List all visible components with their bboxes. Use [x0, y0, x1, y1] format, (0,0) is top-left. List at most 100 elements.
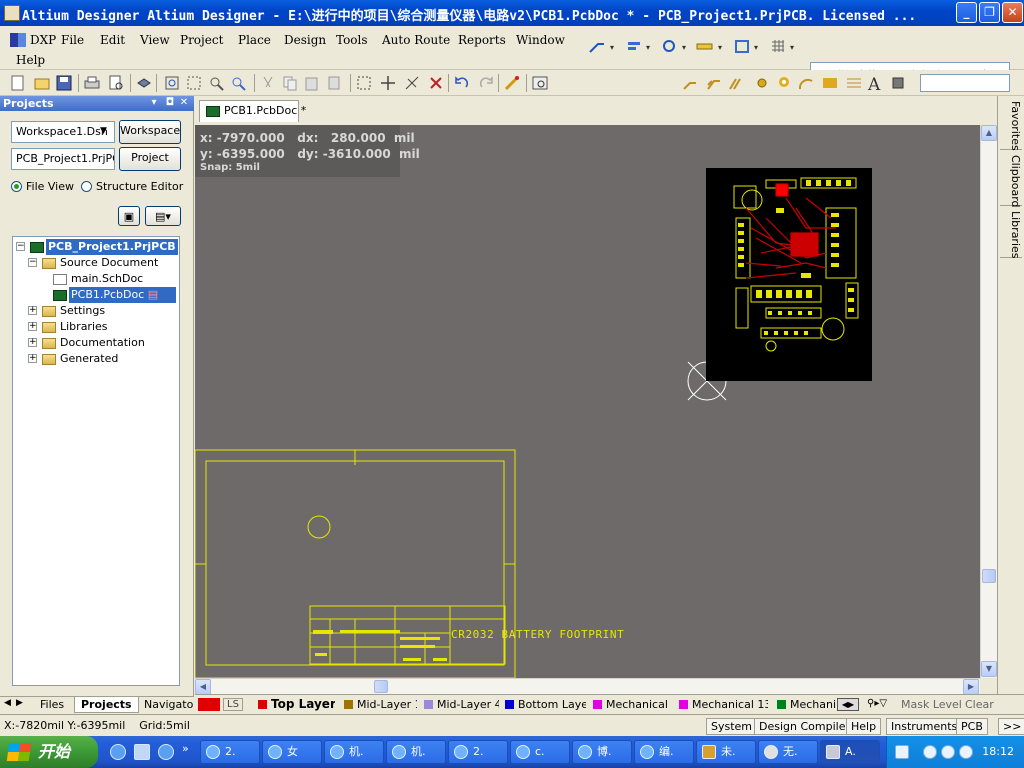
project-combo[interactable]: PCB_Project1.PrjPCB: [11, 148, 115, 170]
expand-icon[interactable]: +: [28, 338, 37, 347]
document-tab[interactable]: PCB1.PcbDoc *: [199, 100, 306, 122]
horizontal-scroll-thumb[interactable]: [374, 680, 388, 693]
vertical-scrollbar[interactable]: ▲ ▼: [980, 125, 997, 678]
menu-help[interactable]: Help: [16, 53, 45, 67]
pin-icon[interactable]: ◘: [164, 97, 176, 109]
tree-item-documentation[interactable]: + Documentation: [28, 335, 176, 351]
document-options-button[interactable]: ▤▾: [145, 206, 181, 226]
layer-tab-mechanical-1[interactable]: Mechanical 1: [590, 697, 670, 713]
start-button[interactable]: 开始: [0, 736, 98, 768]
layer-tab-top[interactable]: Top Layer: [255, 697, 335, 713]
menu-edit[interactable]: Edit: [100, 33, 125, 47]
status-design-compiler-button[interactable]: Design Compiler: [754, 718, 855, 735]
tree-item-project[interactable]: − PCB_Project1.PrjPCB: [16, 239, 178, 255]
panel-menu-icon[interactable]: ▾: [148, 97, 160, 109]
pcb-filter-toolbar[interactable]: ▾ ▾ ▾ ▾ ▾ ▾: [588, 38, 803, 58]
workspace-button[interactable]: Workspace: [119, 120, 181, 144]
workspace-layers-button[interactable]: ▣: [118, 206, 140, 226]
pcb-canvas[interactable]: x: -7970.000 dx: 280.000 mil y: -6395.00…: [195, 125, 980, 678]
mask-level-button[interactable]: Mask Level: [901, 697, 962, 713]
layer-filter-icon[interactable]: ⚲▸▽: [867, 698, 887, 709]
keyboard-icon[interactable]: [895, 745, 909, 759]
menu-reports[interactable]: Reports: [458, 33, 506, 47]
tab-projects[interactable]: Projects: [74, 697, 139, 713]
tree-item-main-schdoc[interactable]: main.SchDoc: [53, 271, 176, 287]
vertical-scroll-thumb[interactable]: [982, 569, 996, 583]
back-icon[interactable]: [923, 745, 937, 759]
menu-window[interactable]: Window: [516, 33, 565, 47]
structure-editor-radio[interactable]: Structure Editor: [81, 180, 183, 193]
tree-item-settings[interactable]: + Settings: [28, 303, 176, 319]
tab-libraries[interactable]: Libraries: [1000, 208, 1022, 259]
file-view-radio[interactable]: File View: [11, 180, 74, 193]
expand-icon[interactable]: +: [28, 354, 37, 363]
status-more-button[interactable]: >>: [998, 718, 1024, 735]
quicklaunch-icon[interactable]: [134, 744, 150, 760]
quicklaunch-more-icon[interactable]: »: [182, 742, 189, 755]
minimize-button[interactable]: _: [956, 2, 977, 23]
scroll-up-icon[interactable]: ▲: [981, 125, 997, 141]
menu-design[interactable]: Design: [284, 33, 326, 47]
status-system-button[interactable]: System: [706, 718, 758, 735]
tab-scroll-left-icon[interactable]: ◀: [4, 698, 11, 708]
taskbar-window-6[interactable]: c.: [510, 740, 570, 764]
tab-favorites[interactable]: Favorites: [1000, 98, 1022, 151]
menu-view[interactable]: View: [140, 33, 170, 47]
tab-navigator[interactable]: Navigator: [138, 697, 194, 713]
taskbar-window-1[interactable]: 2.: [200, 740, 260, 764]
scroll-right-icon[interactable]: ▶: [963, 679, 979, 695]
tree-item-source-documents[interactable]: − Source Documents: [28, 255, 176, 271]
menu-dxp[interactable]: DXP: [30, 33, 56, 47]
maximize-button[interactable]: ❐: [979, 2, 1000, 23]
status-instruments-button[interactable]: Instruments: [886, 718, 963, 735]
tree-item-libraries[interactable]: + Libraries: [28, 319, 176, 335]
layer-tab-mid-1[interactable]: Mid-Layer 1: [341, 697, 417, 713]
expand-icon[interactable]: +: [28, 306, 37, 315]
layer-set-button[interactable]: LS: [223, 698, 243, 711]
collapse-icon[interactable]: −: [16, 242, 25, 251]
tab-files[interactable]: Files: [34, 697, 70, 713]
close-button[interactable]: ✕: [1002, 2, 1023, 23]
pcb-board[interactable]: [706, 168, 872, 381]
taskbar-window-5[interactable]: 2.: [448, 740, 508, 764]
volume-icon[interactable]: [959, 745, 973, 759]
clear-button[interactable]: Clear: [965, 697, 994, 713]
taskbar-window-9[interactable]: 未.: [696, 740, 756, 764]
menu-auto-route[interactable]: Auto Route: [382, 33, 450, 47]
current-layer-color[interactable]: [198, 698, 220, 711]
taskbar-window-8[interactable]: 编.: [634, 740, 694, 764]
layer-tab-bottom[interactable]: Bottom Layer: [502, 697, 586, 713]
chevron-down-icon[interactable]: ▼: [100, 126, 107, 136]
menu-file[interactable]: File: [61, 33, 84, 47]
taskbar-window-2[interactable]: 女: [262, 740, 322, 764]
taskbar-window-10[interactable]: 无.: [758, 740, 818, 764]
ie-quicklaunch-icon[interactable]: [110, 744, 126, 760]
tab-clipboard[interactable]: Clipboard: [1000, 152, 1022, 208]
taskbar-window-4[interactable]: 机.: [386, 740, 446, 764]
horizontal-scrollbar[interactable]: ◀ ▶: [195, 678, 980, 695]
layer-tab-mid-4[interactable]: Mid-Layer 4: [421, 697, 499, 713]
scroll-down-icon[interactable]: ▼: [981, 661, 997, 677]
layer-tab-scroll-icon[interactable]: ◀▶: [837, 698, 859, 711]
project-button[interactable]: Project: [119, 147, 181, 171]
taskbar-window-11[interactable]: A.: [820, 740, 880, 764]
tab-scroll-right-icon[interactable]: ▶: [16, 698, 23, 708]
panel-close-icon[interactable]: ✕: [178, 97, 190, 109]
browser-quicklaunch-icon[interactable]: [158, 744, 174, 760]
menu-tools[interactable]: Tools: [336, 33, 368, 47]
taskbar-window-7[interactable]: 博.: [572, 740, 632, 764]
menu-place[interactable]: Place: [238, 33, 271, 47]
status-pcb-button[interactable]: PCB: [956, 718, 988, 735]
messenger-icon[interactable]: [941, 745, 955, 759]
toolbar-combo[interactable]: [920, 74, 1010, 92]
taskbar-window-3[interactable]: 机.: [324, 740, 384, 764]
layer-tab-mechanical-13[interactable]: Mechanical 13: [676, 697, 768, 713]
status-help-button[interactable]: Help: [846, 718, 882, 735]
layer-tab-mechanical-15[interactable]: Mechanical 15: [774, 697, 836, 713]
menu-project[interactable]: Project: [180, 33, 223, 47]
expand-icon[interactable]: +: [28, 322, 37, 331]
scroll-left-icon[interactable]: ◀: [195, 679, 211, 695]
collapse-icon[interactable]: −: [28, 258, 37, 267]
tree-item-pcb1-pcbdoc[interactable]: PCB1.PcbDoc ▤: [53, 287, 176, 303]
tree-item-generated[interactable]: + Generated: [28, 351, 176, 367]
